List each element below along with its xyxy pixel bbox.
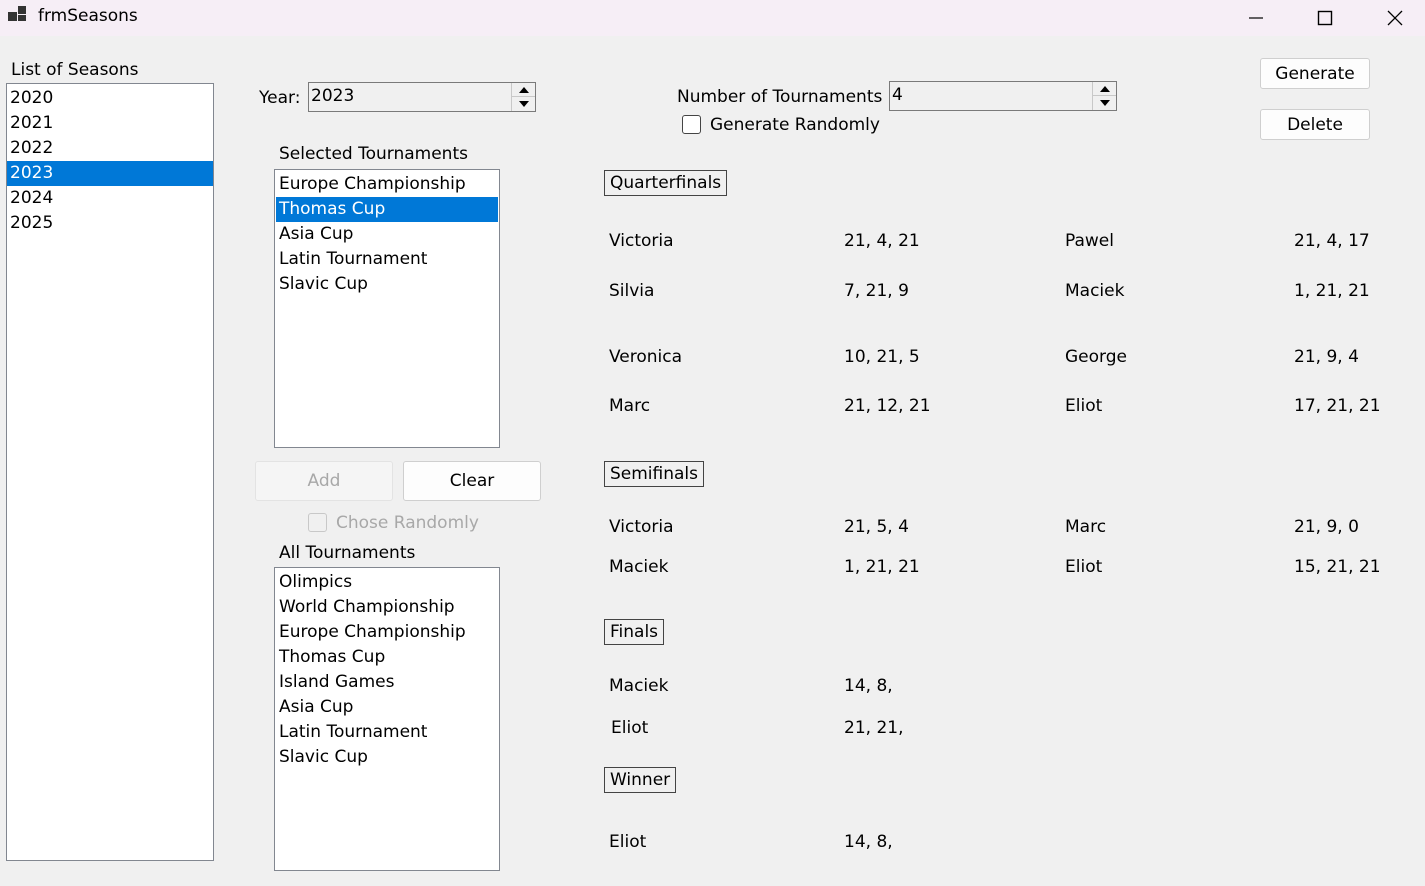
player-name: Victoria (609, 231, 674, 251)
player-name: Maciek (1065, 281, 1125, 301)
player-score: 1, 21, 21 (844, 557, 920, 577)
player-score: 21, 21, (844, 718, 904, 738)
selected-tournament-item-selected[interactable]: Thomas Cup (276, 197, 498, 222)
chose-randomly-checkbox[interactable] (308, 513, 327, 532)
year-stepper[interactable]: 2023 (308, 82, 536, 112)
arrow-down-icon (1099, 100, 1110, 106)
tournament-item[interactable]: Island Games (276, 670, 498, 695)
player-score: 21, 12, 21 (844, 396, 931, 416)
season-item[interactable]: 2025 (7, 211, 213, 236)
tournament-item[interactable]: Olimpics (276, 570, 498, 595)
num-tournaments-stepper[interactable]: 4 (889, 81, 1117, 111)
selected-tournament-item[interactable]: Europe Championship (276, 172, 498, 197)
player-score: 7, 21, 9 (844, 281, 909, 301)
player-name: Silvia (609, 281, 655, 301)
semifinals-label: Semifinals (604, 461, 705, 487)
winner-name: Eliot (609, 832, 647, 852)
minimize-button[interactable] (1221, 0, 1291, 36)
player-score: 21, 9, 0 (1294, 517, 1359, 537)
tournament-item[interactable]: Slavic Cup (276, 745, 498, 770)
season-item[interactable]: 2020 (7, 86, 213, 111)
winner-score: 14, 8, (844, 832, 893, 852)
season-item[interactable]: 2022 (7, 136, 213, 161)
player-name: Maciek (609, 676, 669, 696)
player-name: George (1065, 347, 1127, 367)
player-score: 21, 4, 17 (1294, 231, 1370, 251)
player-score: 21, 4, 21 (844, 231, 920, 251)
selected-tournaments-list[interactable]: Europe Championship Thomas Cup Asia Cup … (274, 169, 500, 448)
player-score: 1, 21, 21 (1294, 281, 1370, 301)
selected-tournament-item[interactable]: Asia Cup (276, 222, 498, 247)
delete-button[interactable]: Delete (1260, 109, 1370, 140)
winner-label: Winner (604, 767, 677, 793)
close-button[interactable] (1360, 0, 1425, 36)
player-name: Marc (1065, 517, 1107, 537)
player-score: 10, 21, 5 (844, 347, 920, 367)
generate-button[interactable]: Generate (1260, 58, 1370, 89)
all-tournaments-label: All Tournaments (279, 543, 416, 563)
arrow-down-icon (518, 101, 529, 107)
arrow-up-icon (1099, 85, 1110, 92)
player-score: 15, 21, 21 (1294, 557, 1381, 577)
player-name: Marc (609, 396, 651, 416)
player-name: Veronica (609, 347, 683, 367)
selected-tournament-item[interactable]: Slavic Cup (276, 272, 498, 297)
generate-randomly-label: Generate Randomly (710, 115, 880, 135)
season-item[interactable]: 2024 (7, 186, 213, 211)
close-icon (1387, 10, 1403, 26)
tournament-item[interactable]: World Championship (276, 595, 498, 620)
num-tournaments-up-button[interactable] (1093, 82, 1116, 96)
maximize-icon (1317, 10, 1333, 26)
all-tournaments-list[interactable]: Olimpics World Championship Europe Champ… (274, 567, 500, 871)
tournament-item[interactable]: Thomas Cup (276, 645, 498, 670)
year-value[interactable]: 2023 (311, 86, 354, 106)
player-name: Victoria (609, 517, 674, 537)
tournament-item[interactable]: Asia Cup (276, 695, 498, 720)
tournament-item[interactable]: Latin Tournament (276, 720, 498, 745)
year-down-button[interactable] (512, 97, 535, 111)
seasons-list[interactable]: 2020 2021 2022 2023 2024 2025 (6, 83, 214, 861)
finals-label: Finals (604, 619, 665, 645)
maximize-button[interactable] (1290, 0, 1360, 36)
arrow-up-icon (518, 86, 529, 93)
title-bar: frmSeasons (0, 0, 1425, 36)
year-up-button[interactable] (512, 83, 535, 97)
chose-randomly-label: Chose Randomly (336, 513, 479, 533)
year-label: Year: (259, 88, 301, 108)
window-title: frmSeasons (38, 6, 138, 26)
num-tournaments-label: Number of Tournaments (677, 87, 883, 107)
player-name: Eliot (1065, 396, 1103, 416)
player-score: 17, 21, 21 (1294, 396, 1381, 416)
quarterfinals-label: Quarterfinals (604, 170, 728, 196)
player-name: Eliot (611, 718, 649, 738)
player-name: Maciek (609, 557, 669, 577)
player-score: 14, 8, (844, 676, 893, 696)
player-score: 21, 9, 4 (1294, 347, 1359, 367)
seasons-label: List of Seasons (11, 60, 139, 80)
season-item-selected[interactable]: 2023 (7, 161, 213, 186)
minimize-icon (1249, 17, 1263, 19)
selected-tournaments-label: Selected Tournaments (279, 144, 468, 164)
player-score: 21, 5, 4 (844, 517, 909, 537)
num-tournaments-down-button[interactable] (1093, 96, 1116, 110)
tournament-item[interactable]: Europe Championship (276, 620, 498, 645)
generate-randomly-checkbox[interactable] (682, 115, 701, 134)
season-item[interactable]: 2021 (7, 111, 213, 136)
clear-button[interactable]: Clear (403, 461, 541, 501)
add-button[interactable]: Add (255, 461, 393, 501)
app-icon (8, 6, 28, 24)
selected-tournament-item[interactable]: Latin Tournament (276, 247, 498, 272)
player-name: Pawel (1065, 231, 1114, 251)
num-tournaments-value[interactable]: 4 (892, 85, 903, 105)
player-name: Eliot (1065, 557, 1103, 577)
